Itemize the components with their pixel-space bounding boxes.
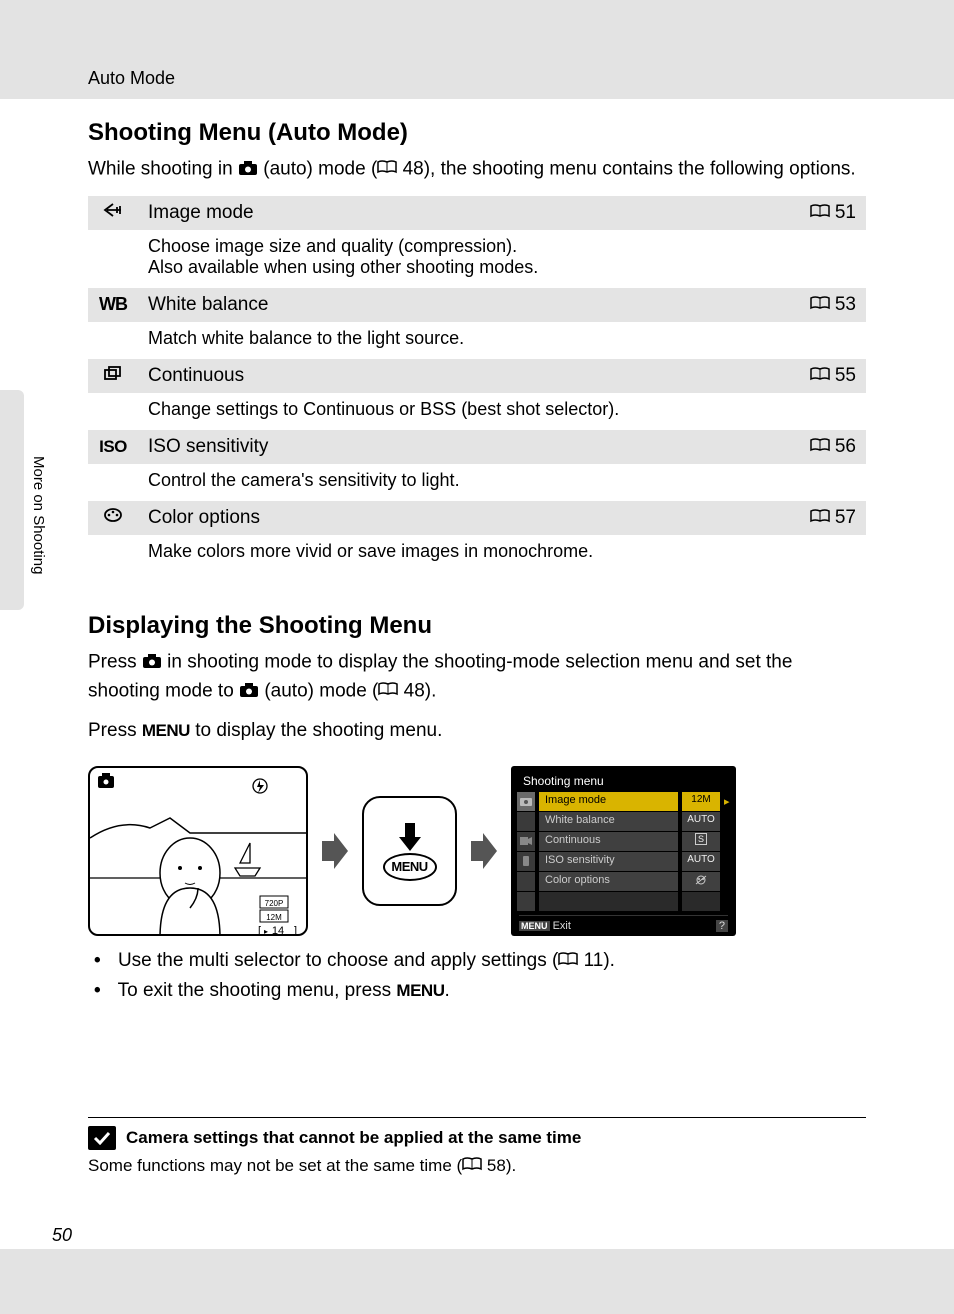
table-row: Change settings to Continuous or BSS (be… <box>88 393 866 430</box>
book-icon <box>378 677 398 706</box>
lcd-title: Shooting menu <box>523 774 730 788</box>
option-desc: Match white balance to the light source. <box>138 322 866 359</box>
svg-text:▸: ▸ <box>264 927 268 936</box>
book-icon <box>810 507 830 529</box>
lcd-row-val: AUTO <box>682 812 720 831</box>
bullet-list: Use the multi selector to choose and app… <box>88 946 866 1007</box>
overlay-12m: 12M <box>266 913 282 922</box>
arrow-right-icon <box>320 831 350 871</box>
section1-intro: While shooting in (auto) mode ( 48), the… <box>88 155 866 184</box>
lcd-row-label: Continuous <box>539 832 678 851</box>
option-desc: Change settings to Continuous or BSS (be… <box>138 393 866 430</box>
option-desc: Make colors more vivid or save images in… <box>138 535 866 572</box>
page-number: 50 <box>52 1225 72 1246</box>
chapter-title: Auto Mode <box>88 68 175 88</box>
camera-icon <box>238 155 258 184</box>
color-icon <box>103 507 123 528</box>
table-row: Make colors more vivid or save images in… <box>88 535 866 572</box>
menu-label: MENU <box>396 981 444 1000</box>
section2-p2: Press MENU to display the shooting menu. <box>88 717 866 746</box>
camera-icon <box>239 677 259 706</box>
movie-icon <box>517 832 535 851</box>
camera-icon <box>517 792 535 811</box>
book-icon <box>462 1156 482 1176</box>
lcd-row-val: 12M <box>682 792 720 811</box>
table-row: Color options 57 <box>88 501 866 535</box>
book-icon <box>810 202 830 224</box>
wb-icon: WB <box>99 294 127 314</box>
book-icon <box>810 294 830 316</box>
option-label: White balance <box>138 288 776 322</box>
note-box: Camera settings that cannot be applied a… <box>88 1117 866 1177</box>
lcd-shooting-menu: Shooting menu Image mode12M▸ White balan… <box>511 766 736 936</box>
lcd-row-label: Color options <box>539 872 678 891</box>
illustration-row: 720P 12M [14] ▸ MENU Shooting menu Image… <box>88 766 866 936</box>
book-icon <box>810 365 830 387</box>
table-row: ISO ISO sensitivity 56 <box>88 430 866 464</box>
side-label: More on Shooting <box>30 456 47 574</box>
list-item: To exit the shooting menu, press MENU. <box>88 976 866 1006</box>
table-row: Image mode 51 <box>88 196 866 230</box>
table-row: Match white balance to the light source. <box>88 322 866 359</box>
lcd-row-val: AUTO <box>682 852 720 871</box>
help-icon: ? <box>716 920 728 932</box>
option-desc: Choose image size and quality (compressi… <box>138 230 866 288</box>
lcd-row-label: White balance <box>539 812 678 831</box>
table-row: WB White balance 53 <box>88 288 866 322</box>
section2-p1: Press in shooting mode to display the sh… <box>88 648 866 706</box>
book-icon <box>558 946 578 976</box>
lcd-row-label: ISO sensitivity <box>539 852 678 871</box>
camera-icon <box>142 648 162 677</box>
page-content: Shooting Menu (Auto Mode) While shooting… <box>0 99 954 1249</box>
list-item: Use the multi selector to choose and app… <box>88 946 866 977</box>
lcd-row-val <box>682 872 720 891</box>
section2-title: Displaying the Shooting Menu <box>88 612 866 640</box>
menu-button-illustration: MENU <box>362 796 457 906</box>
option-label: Continuous <box>138 359 776 393</box>
table-row: Choose image size and quality (compressi… <box>88 230 866 288</box>
book-icon <box>377 155 397 184</box>
iso-icon: ISO <box>99 437 127 456</box>
svg-text:[: [ <box>258 925 261 936</box>
svg-text:14: 14 <box>272 925 284 936</box>
lcd-footer: MENU MENU ExitExit ? <box>519 915 728 932</box>
table-row: Continuous 55 <box>88 359 866 393</box>
table-row: Control the camera's sensitivity to ligh… <box>88 464 866 501</box>
option-label: Image mode <box>138 196 776 230</box>
continuous-icon <box>103 365 123 386</box>
chapter-header: Auto Mode <box>0 0 954 89</box>
arrow-right-icon <box>469 831 499 871</box>
options-table: Image mode 51 Choose image size and qual… <box>88 196 866 572</box>
menu-label: MENU <box>142 721 190 740</box>
option-label: ISO sensitivity <box>138 430 776 464</box>
book-icon <box>810 436 830 458</box>
lcd-row-label: Image mode <box>539 792 678 811</box>
option-label: Color options <box>138 501 776 535</box>
side-tab <box>0 390 24 610</box>
image-mode-icon <box>103 202 123 223</box>
menu-button-label: MENU <box>391 859 427 874</box>
setup-icon <box>517 852 535 871</box>
check-badge-icon <box>88 1126 116 1150</box>
svg-text:]: ] <box>294 925 297 936</box>
overlay-720p: 720P <box>265 899 284 908</box>
lcd-row-val: S <box>682 832 720 851</box>
option-desc: Control the camera's sensitivity to ligh… <box>138 464 866 501</box>
live-view-illustration: 720P 12M [14] ▸ <box>88 766 308 936</box>
note-body: Some functions may not be set at the sam… <box>88 1156 866 1177</box>
section1-title: Shooting Menu (Auto Mode) <box>88 119 866 147</box>
note-title: Camera settings that cannot be applied a… <box>88 1126 866 1150</box>
